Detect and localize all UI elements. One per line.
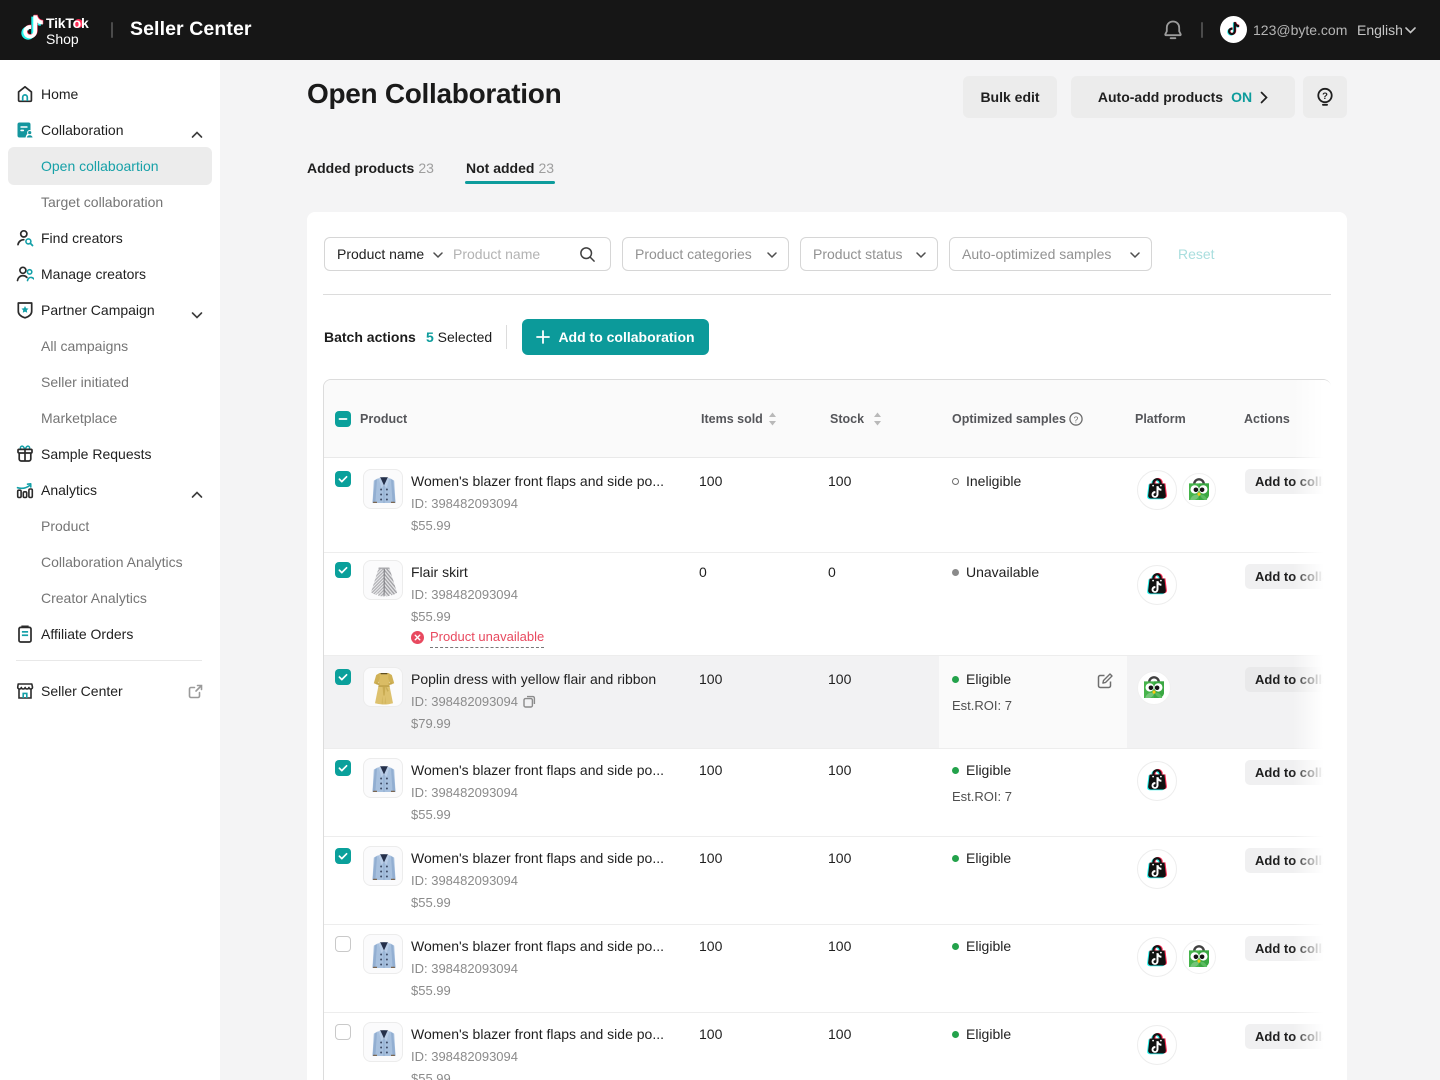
svg-text:?: ? (1322, 91, 1328, 102)
svg-text:?: ? (1074, 414, 1079, 424)
